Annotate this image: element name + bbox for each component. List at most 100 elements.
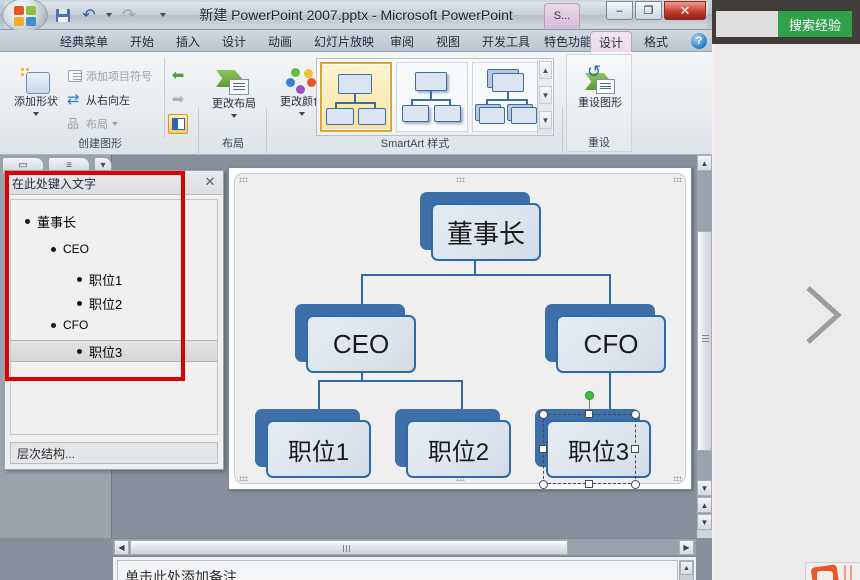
notes-scroll-up-button[interactable]: ▲: [680, 561, 693, 575]
selection-handle-middle-right[interactable]: [631, 445, 639, 453]
style-thumbnail-0[interactable]: [320, 62, 392, 132]
smartart-node-ceo[interactable]: CEO: [295, 304, 416, 373]
next-page-chevron-icon[interactable]: [800, 280, 846, 350]
app-corner-icon[interactable]: [805, 562, 860, 580]
text-pane-item-3[interactable]: 职位2: [77, 294, 122, 313]
gallery-scroll-down-button[interactable]: ▼: [539, 86, 552, 104]
reset-graphic-button[interactable]: ↺ 重设图形: [573, 64, 627, 110]
scroll-down-button[interactable]: ▼: [697, 480, 712, 496]
tab-view[interactable]: 视图: [428, 31, 468, 52]
smartart-node-cfo[interactable]: CFO: [545, 304, 666, 373]
gallery-more-button[interactable]: ▼: [539, 111, 552, 129]
save-button[interactable]: [52, 5, 74, 25]
corner-bar-2: [850, 565, 852, 580]
horizontal-scroll-thumb[interactable]: [130, 540, 568, 555]
smartart-placeholder-frame[interactable]: 董事长 CEO CFO 职位1 职位2 职位3: [234, 173, 686, 489]
scroll-right-button[interactable]: ▶: [679, 540, 694, 555]
contextual-tab-label[interactable]: S...: [544, 3, 580, 28]
text-pane-body[interactable]: 董事长 CEO 职位1 职位2 CFO 职位3: [10, 199, 218, 435]
redo-button[interactable]: ↷: [118, 5, 140, 25]
previous-slide-button[interactable]: ▲: [697, 497, 712, 513]
text-pane-toggle-button[interactable]: [168, 114, 188, 134]
text-pane-item-0[interactable]: 董事长: [25, 212, 76, 231]
smartart-styles-gallery[interactable]: ▲ ▼ ▼: [316, 58, 554, 136]
right-to-left-icon: [67, 90, 82, 108]
smartart-text-pane[interactable]: 在此处键入文字 ✕ 董事长 CEO 职位1 职位2 CFO 职位3 层次结构..…: [4, 170, 224, 470]
change-layout-button[interactable]: 更改布局: [206, 68, 262, 118]
promote-button[interactable]: ⬅: [170, 67, 186, 84]
text-pane-item-5[interactable]: 职位3: [11, 340, 217, 362]
window-buttons: – ❐ ✕: [606, 1, 706, 20]
add-bullet-button[interactable]: 添加项目符号: [68, 68, 152, 84]
connector-to-ceo: [361, 274, 363, 304]
scroll-up-button[interactable]: ▲: [697, 155, 712, 171]
notes-input[interactable]: 单击此处添加备注: [117, 560, 678, 580]
tab-design[interactable]: 设计: [214, 31, 254, 52]
vertical-scrollbar[interactable]: ▲ ▼ ▲ ▼: [696, 155, 712, 538]
undo-dropdown-button[interactable]: [104, 5, 114, 25]
demote-button[interactable]: ➡: [170, 91, 186, 108]
style-thumbnail-2[interactable]: [472, 62, 544, 132]
selection-handle-bottom-center[interactable]: [585, 480, 593, 488]
gallery-scroll-up-button[interactable]: ▲: [539, 61, 552, 79]
slide-canvas[interactable]: 董事长 CEO CFO 职位1 职位2 职位3: [228, 167, 692, 490]
notes-placeholder: 单击此处添加备注: [125, 569, 237, 580]
reset-graphic-icon: ↺: [583, 64, 617, 97]
selection-handle-top-left[interactable]: [539, 410, 548, 419]
redo-icon: ↷: [122, 5, 136, 24]
smartart-node-post2[interactable]: 职位2: [395, 409, 511, 478]
smartart-node-post1[interactable]: 职位1: [255, 409, 371, 478]
selection-handle-bottom-left[interactable]: [539, 480, 548, 489]
gallery-scrollbar[interactable]: ▲ ▼ ▼: [537, 60, 552, 134]
vertical-scroll-track[interactable]: [697, 171, 712, 522]
restore-button[interactable]: ❐: [635, 1, 662, 20]
text-pane-header: 在此处键入文字 ✕: [5, 171, 223, 195]
title-bar: ↶ ↷ 新建 PowerPoint 2007.pptx - Microsoft …: [0, 0, 712, 32]
group-label-create-graphic: 创建图形: [78, 138, 122, 150]
undo-button[interactable]: ↶: [78, 5, 100, 25]
tab-review[interactable]: 审阅: [382, 31, 422, 52]
text-pane-item-label: CFO: [63, 318, 89, 332]
scroll-left-button[interactable]: ◀: [114, 540, 129, 555]
add-shape-button[interactable]: 添加形状: [10, 68, 62, 116]
rotate-handle[interactable]: [585, 391, 594, 400]
horizontal-scrollbar[interactable]: ◀ ▶: [113, 538, 696, 555]
layout-button[interactable]: 布局: [67, 115, 118, 132]
smartart-node-chairman[interactable]: 董事长: [420, 192, 541, 261]
ribbon-tab-row: 经典菜单 开始 插入 设计 动画 幻灯片放映 审阅 视图 开发工具 特色功能 设…: [0, 30, 712, 52]
style-thumbnail-1[interactable]: [396, 62, 468, 132]
notes-scrollbar[interactable]: ▲ ▼: [679, 560, 694, 580]
corner-glyph-inner: [817, 571, 833, 580]
chevron-down-icon: [160, 13, 166, 17]
selection-handle-top-center[interactable]: [585, 410, 593, 418]
connector-horizontal-top: [361, 274, 611, 276]
chevron-down-icon: [112, 122, 118, 126]
tab-slideshow[interactable]: 幻灯片放映: [306, 31, 382, 52]
selection-handle-bottom-right[interactable]: [631, 480, 640, 489]
selection-handle-top-right[interactable]: [631, 410, 640, 419]
arrow-left-icon: ⬅: [171, 67, 185, 84]
help-icon[interactable]: ?: [691, 33, 707, 49]
tab-developer[interactable]: 开发工具: [474, 31, 538, 52]
tab-insert[interactable]: 插入: [168, 31, 208, 52]
text-pane-item-4[interactable]: CFO: [51, 318, 88, 332]
selection-handle-middle-left[interactable]: [539, 445, 547, 453]
search-input[interactable]: [716, 11, 778, 37]
right-to-left-button[interactable]: 从右向左: [67, 90, 130, 108]
selection-box: [543, 414, 636, 484]
vertical-scroll-thumb[interactable]: [697, 231, 712, 451]
minimize-button[interactable]: –: [606, 1, 633, 20]
text-pane-item-1[interactable]: CEO: [51, 242, 89, 256]
search-button[interactable]: 搜索经验: [778, 11, 852, 37]
customize-qat-button[interactable]: [156, 5, 170, 25]
notes-pane: 单击此处添加备注 ▲ ▼: [113, 556, 696, 580]
close-icon[interactable]: ✕: [202, 174, 218, 190]
text-pane-item-2[interactable]: 职位1: [77, 270, 122, 289]
tab-classic-menu[interactable]: 经典菜单: [52, 31, 116, 52]
next-slide-button[interactable]: ▼: [697, 514, 712, 530]
tab-smartart-design[interactable]: 设计: [590, 31, 633, 52]
tab-smartart-format[interactable]: 格式: [636, 31, 676, 52]
close-button[interactable]: ✕: [664, 1, 706, 20]
tab-home[interactable]: 开始: [122, 31, 162, 52]
tab-animations[interactable]: 动画: [260, 31, 300, 52]
